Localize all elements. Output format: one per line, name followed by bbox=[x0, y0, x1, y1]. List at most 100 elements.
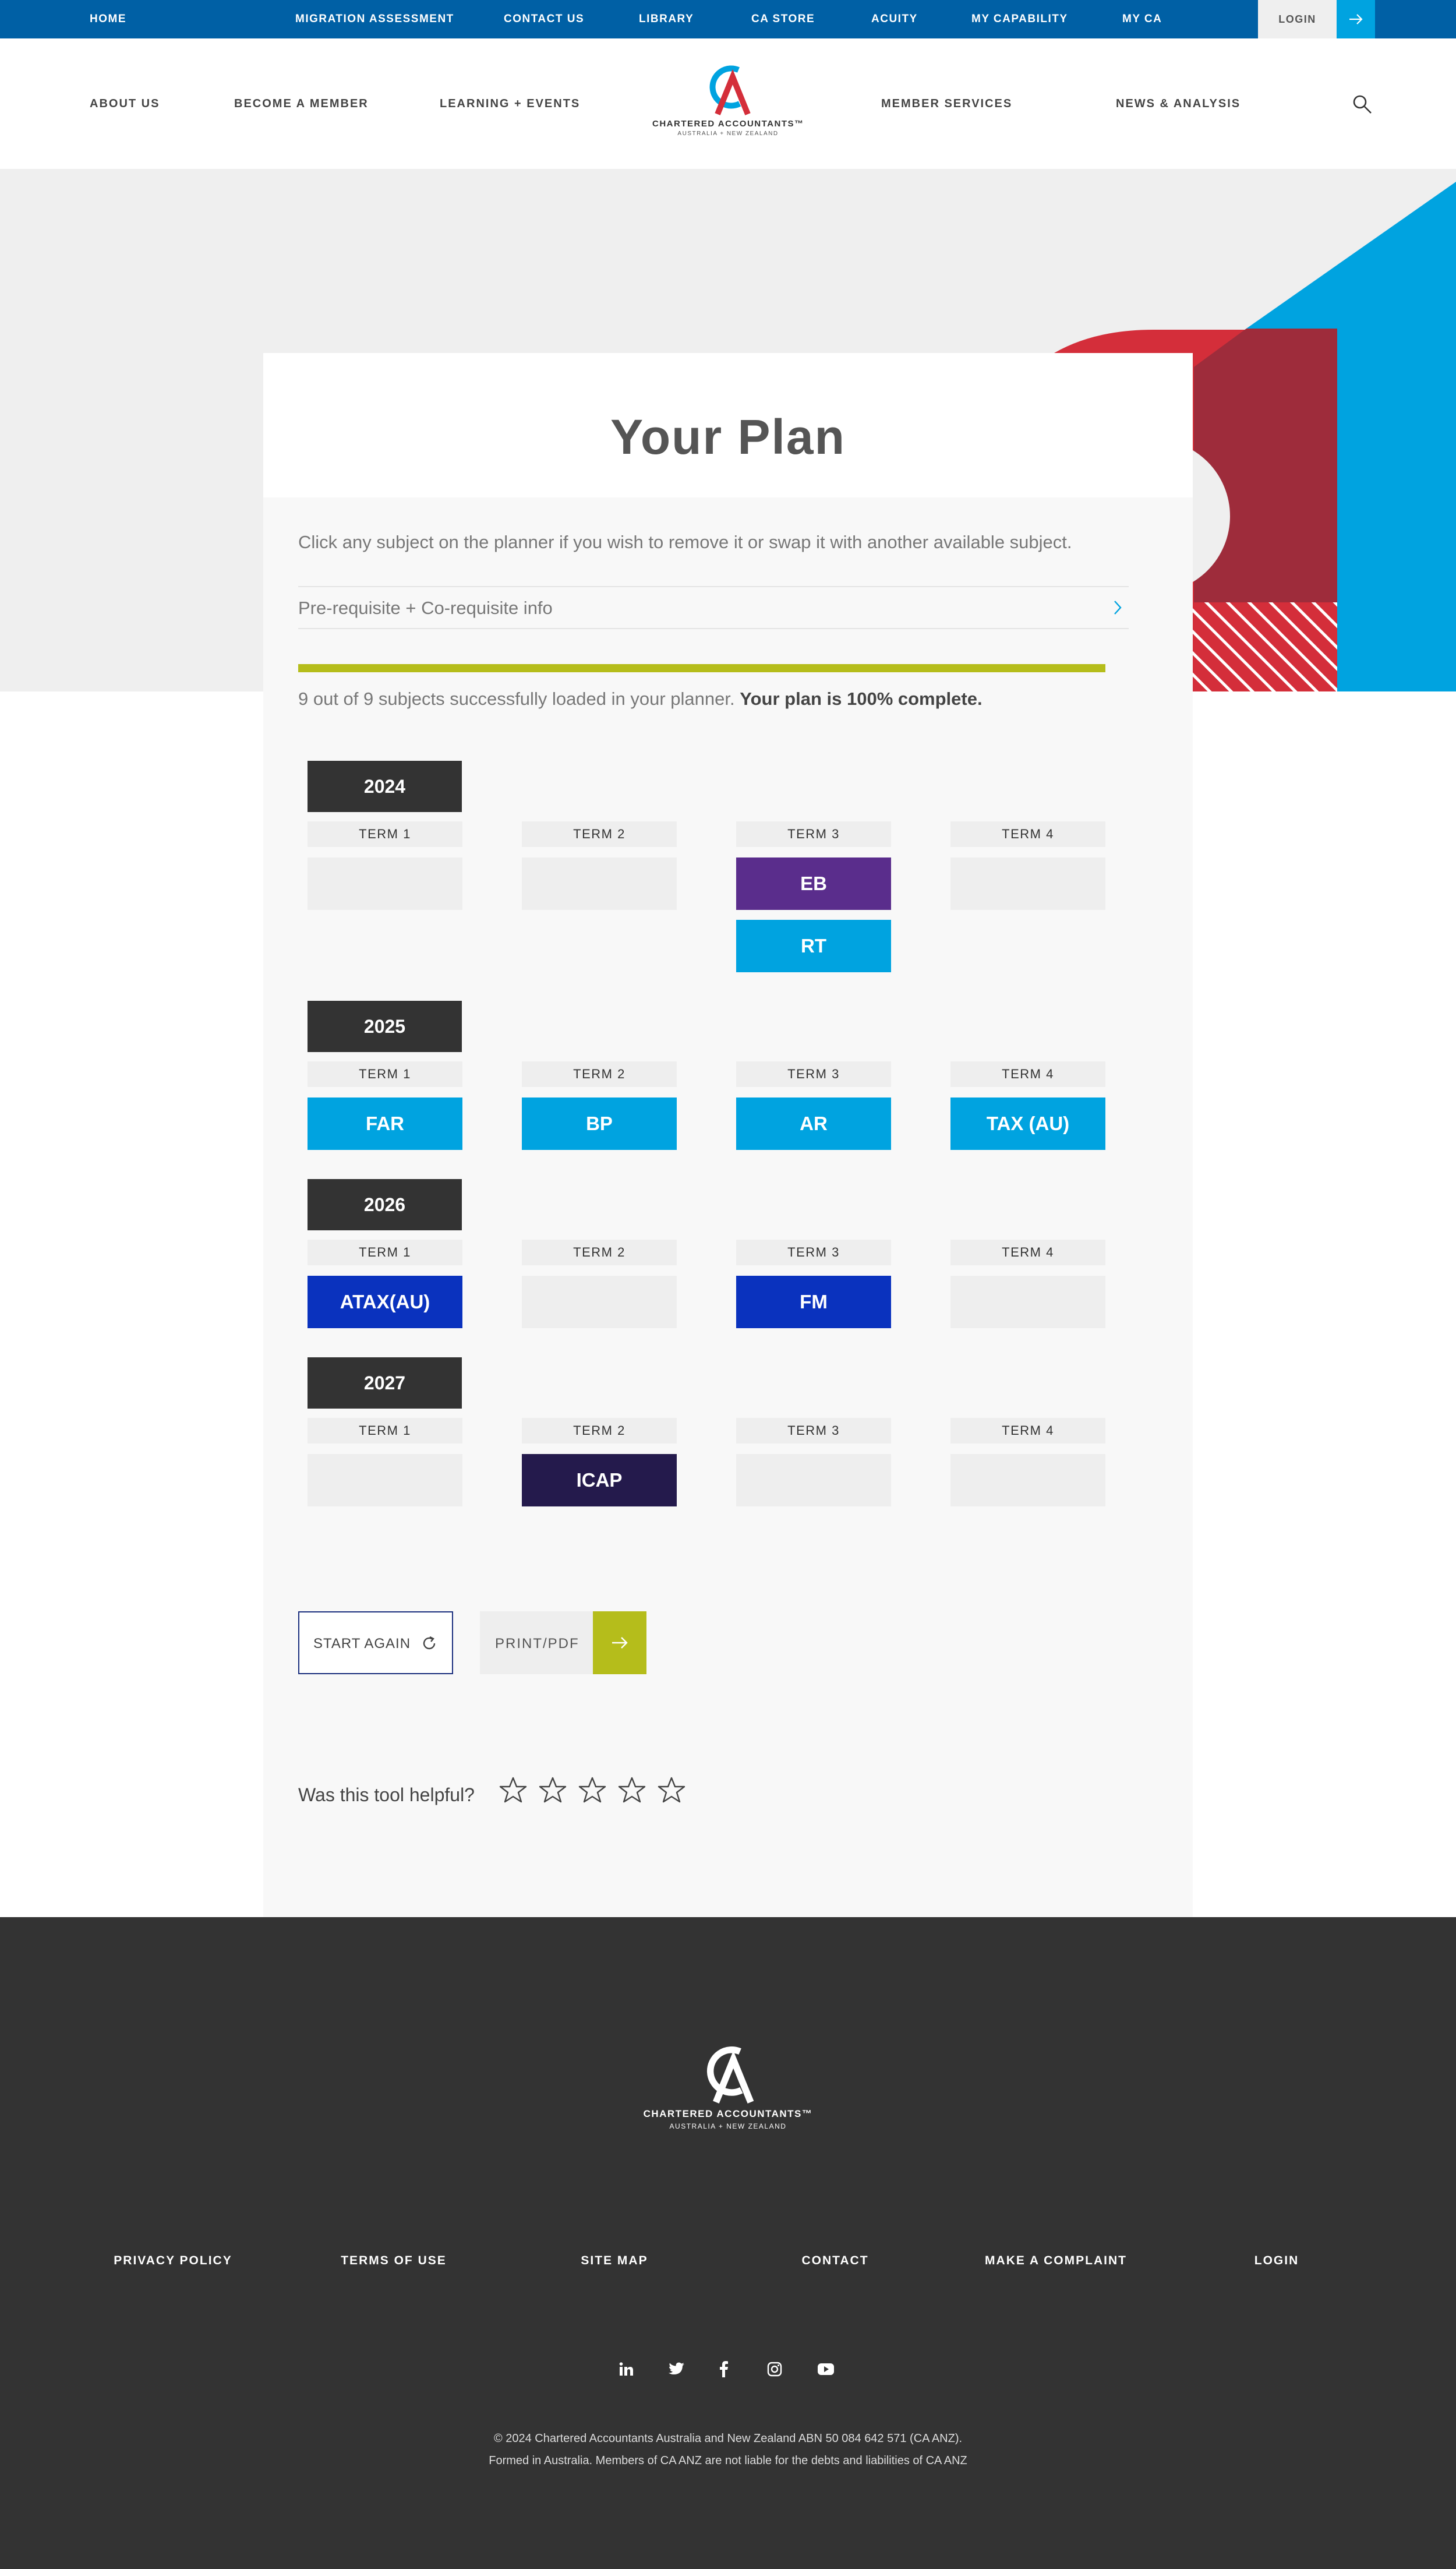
topbar-login-button[interactable]: LOGIN bbox=[1258, 0, 1337, 38]
term-label: TERM 3 bbox=[736, 821, 891, 847]
footer-logo-line1: CHARTERED ACCOUNTANTS™ bbox=[643, 2108, 813, 2119]
subject-tile-icap[interactable]: ICAP bbox=[522, 1454, 677, 1506]
term-label: TERM 4 bbox=[950, 821, 1105, 847]
arrow-right-icon bbox=[1349, 14, 1363, 24]
twitter-icon bbox=[669, 2362, 684, 2374]
star-icon[interactable] bbox=[658, 1776, 685, 1804]
footer-link-login[interactable]: LOGIN bbox=[1189, 2254, 1364, 2268]
topbar-link-migration-assessment[interactable]: MIGRATION ASSESSMENT bbox=[295, 0, 454, 38]
prerequisite-info-toggle[interactable]: Pre-requisite + Co-requisite info bbox=[298, 586, 1129, 629]
term-label: TERM 4 bbox=[950, 1418, 1105, 1444]
topbar-link-acuity[interactable]: ACUITY bbox=[871, 0, 918, 38]
term-label: TERM 2 bbox=[522, 1418, 677, 1444]
subject-tile-bp[interactable]: BP bbox=[522, 1098, 677, 1150]
print-pdf-label: PRINT/PDF bbox=[495, 1636, 579, 1652]
topbar-link-contact-us[interactable]: CONTACT US bbox=[504, 0, 584, 38]
empty-subject-slot[interactable] bbox=[950, 1454, 1105, 1506]
term-label: TERM 3 bbox=[736, 1061, 891, 1087]
term-label: TERM 3 bbox=[736, 1418, 891, 1444]
term-label: TERM 2 bbox=[522, 1240, 677, 1265]
facebook-link[interactable] bbox=[712, 2358, 736, 2381]
topbar-login-arrow-button[interactable] bbox=[1337, 0, 1375, 38]
refresh-icon bbox=[423, 1636, 436, 1650]
linkedin-link[interactable] bbox=[614, 2358, 638, 2381]
footer-link-make-a-complaint[interactable]: MAKE A COMPLAINT bbox=[969, 2254, 1143, 2268]
empty-subject-slot[interactable] bbox=[308, 1454, 462, 1506]
term-label: TERM 2 bbox=[522, 1061, 677, 1087]
star-icon[interactable] bbox=[618, 1776, 646, 1804]
topbar-link-my-capability[interactable]: MY CAPABILITY bbox=[971, 0, 1068, 38]
ca-logo-mark-icon bbox=[709, 65, 751, 115]
footer-link-site-map[interactable]: SITE MAP bbox=[527, 2254, 702, 2268]
footer-logo-line2: AUSTRALIA + NEW ZEALAND bbox=[669, 2122, 787, 2130]
subject-tile-atax-au[interactable]: ATAX(AU) bbox=[308, 1276, 462, 1328]
term-label: TERM 1 bbox=[308, 1061, 462, 1087]
subject-tile-rt[interactable]: RT bbox=[736, 920, 891, 972]
site-footer: CHARTERED ACCOUNTANTS™ AUSTRALIA + NEW Z… bbox=[0, 1917, 1456, 2569]
nav-about-us[interactable]: ABOUT US bbox=[90, 38, 160, 169]
topbar-link-home[interactable]: HOME bbox=[90, 0, 126, 38]
star-icon[interactable] bbox=[539, 1776, 567, 1804]
main-navigation: ABOUT US BECOME A MEMBER LEARNING + EVEN… bbox=[0, 38, 1456, 169]
ca-logo-mark-icon bbox=[706, 2046, 754, 2104]
prerequisite-info-label: Pre-requisite + Co-requisite info bbox=[298, 598, 553, 618]
twitter-link[interactable] bbox=[665, 2358, 688, 2381]
term-label: TERM 1 bbox=[308, 821, 462, 847]
footer-link-privacy-policy[interactable]: PRIVACY POLICY bbox=[86, 2254, 260, 2268]
nav-become-a-member[interactable]: BECOME A MEMBER bbox=[234, 38, 369, 169]
term-label: TERM 2 bbox=[522, 821, 677, 847]
star-icon[interactable] bbox=[499, 1776, 527, 1804]
subject-tile-fm[interactable]: FM bbox=[736, 1276, 891, 1328]
youtube-link[interactable] bbox=[814, 2358, 837, 2381]
copyright-line-1: © 2024 Chartered Accountants Australia a… bbox=[493, 2432, 963, 2445]
rating-stars bbox=[499, 1776, 685, 1804]
search-icon bbox=[1353, 95, 1372, 114]
star-icon[interactable] bbox=[578, 1776, 606, 1804]
page-title: Your Plan bbox=[610, 410, 846, 464]
logo-line1: CHARTERED ACCOUNTANTS™ bbox=[652, 119, 804, 129]
term-label: TERM 1 bbox=[308, 1418, 462, 1444]
ca-anz-logo[interactable]: CHARTERED ACCOUNTANTS™ AUSTRALIA + NEW Z… bbox=[652, 59, 804, 147]
topbar-link-my-ca[interactable]: MY CA bbox=[1122, 0, 1162, 38]
plan-card-header: Your Plan bbox=[263, 353, 1193, 497]
topbar-link-ca-store[interactable]: CA STORE bbox=[751, 0, 815, 38]
year-heading-2025: 2025 bbox=[308, 1001, 462, 1052]
nav-member-services[interactable]: MEMBER SERVICES bbox=[881, 38, 1012, 169]
search-button[interactable] bbox=[1352, 94, 1372, 114]
year-heading-2024: 2024 bbox=[308, 761, 462, 812]
subject-tile-ar[interactable]: AR bbox=[736, 1098, 891, 1150]
empty-subject-slot[interactable] bbox=[950, 857, 1105, 910]
footer-logo[interactable]: CHARTERED ACCOUNTANTS™ AUSTRALIA + NEW Z… bbox=[612, 2039, 844, 2130]
subject-tile-eb[interactable]: EB bbox=[736, 857, 891, 910]
subject-tile-tax-au[interactable]: TAX (AU) bbox=[950, 1098, 1105, 1150]
arrow-right-icon bbox=[612, 1637, 628, 1649]
utility-bar: HOME MIGRATION ASSESSMENT CONTACT US LIB… bbox=[0, 0, 1456, 38]
start-again-button[interactable]: START AGAIN bbox=[298, 1611, 453, 1674]
topbar-link-library[interactable]: LIBRARY bbox=[639, 0, 694, 38]
copyright-line-2: Formed in Australia. Members of CA ANZ a… bbox=[489, 2454, 967, 2467]
instagram-link[interactable] bbox=[763, 2358, 786, 2381]
start-again-label: START AGAIN bbox=[313, 1636, 411, 1652]
planner-status: 9 out of 9 subjects successfully loaded … bbox=[298, 689, 983, 710]
empty-subject-slot[interactable] bbox=[522, 1276, 677, 1328]
plan-card: Your Plan Click any subject on the plann… bbox=[263, 353, 1193, 1917]
logo-line2: AUSTRALIA + NEW ZEALAND bbox=[677, 130, 779, 137]
instagram-icon bbox=[767, 2362, 782, 2377]
empty-subject-slot[interactable] bbox=[736, 1454, 891, 1506]
footer-link-terms-of-use[interactable]: TERMS OF USE bbox=[306, 2254, 481, 2268]
year-heading-2026: 2026 bbox=[308, 1179, 462, 1230]
print-pdf-button[interactable]: PRINT/PDF bbox=[480, 1611, 646, 1674]
subject-tile-far[interactable]: FAR bbox=[308, 1098, 462, 1150]
progress-bar bbox=[298, 664, 1105, 672]
empty-subject-slot[interactable] bbox=[522, 857, 677, 910]
linkedin-icon bbox=[619, 2362, 633, 2376]
youtube-icon bbox=[818, 2363, 834, 2375]
empty-subject-slot[interactable] bbox=[950, 1276, 1105, 1328]
nav-learning-events[interactable]: LEARNING + EVENTS bbox=[440, 38, 580, 169]
print-pdf-arrow bbox=[593, 1611, 646, 1674]
nav-news-analysis[interactable]: NEWS & ANALYSIS bbox=[1116, 38, 1241, 169]
empty-subject-slot[interactable] bbox=[308, 857, 462, 910]
term-label: TERM 4 bbox=[950, 1240, 1105, 1265]
planner-instructions: Click any subject on the planner if you … bbox=[298, 532, 1072, 552]
footer-link-contact[interactable]: CONTACT bbox=[748, 2254, 923, 2268]
